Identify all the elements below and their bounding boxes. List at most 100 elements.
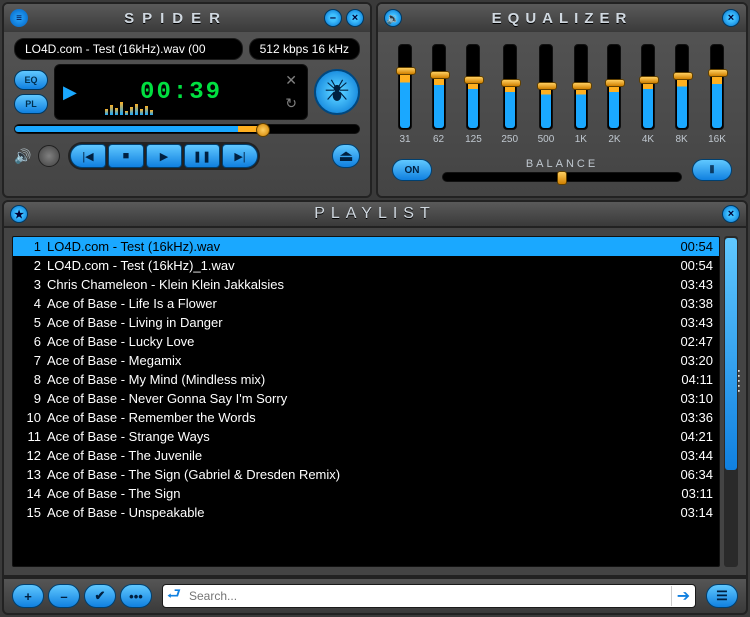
eq-band-4K[interactable]: [641, 44, 655, 130]
playlist-row[interactable]: 14 Ace of Base - The Sign 03:11: [13, 484, 719, 503]
eq-sound-icon[interactable]: 🔉: [384, 9, 402, 27]
eq-band-label: 500: [538, 134, 555, 145]
playlist-body: 1 LO4D.com - Test (16kHz).wav 00:542 LO4…: [2, 228, 748, 577]
list-view-button[interactable]: ☰: [706, 584, 738, 608]
playlist-list[interactable]: 1 LO4D.com - Test (16kHz).wav 00:542 LO4…: [12, 236, 720, 567]
volume-icon[interactable]: 🔊: [14, 148, 30, 165]
record-button[interactable]: [38, 145, 60, 167]
search-input[interactable]: [185, 589, 671, 603]
track-name: Ace of Base - The Sign: [47, 486, 663, 501]
playlist-scrollbar[interactable]: ●●●●●: [724, 236, 738, 567]
playlist-row[interactable]: 4 Ace of Base - Life Is a Flower 03:38: [13, 294, 719, 313]
remove-button[interactable]: –: [48, 584, 80, 608]
playlist-row[interactable]: 6 Ace of Base - Lucky Love 02:47: [13, 332, 719, 351]
eq-band-125[interactable]: [466, 44, 480, 130]
balance-label: BALANCE: [526, 158, 598, 170]
eq-band-31[interactable]: [398, 44, 412, 130]
playlist-row[interactable]: 10 Ace of Base - Remember the Words 03:3…: [13, 408, 719, 427]
shuffle-icon[interactable]: ✕: [285, 72, 297, 89]
track-duration: 06:34: [663, 467, 713, 482]
playlist-row[interactable]: 11 Ace of Base - Strange Ways 04:21: [13, 427, 719, 446]
player-titlebar: ≡ SPIDER – ×: [4, 4, 370, 32]
track-number: 2: [19, 258, 41, 273]
eq-on-button[interactable]: ON: [392, 159, 432, 181]
bitrate-info: 512 kbps 16 kHz: [249, 38, 360, 60]
transport-controls: |◀ ■ ▶ ❚❚ ▶|: [68, 142, 260, 170]
track-number: 6: [19, 334, 41, 349]
track-name: Ace of Base - Strange Ways: [47, 429, 663, 444]
eq-band-label: 16K: [708, 134, 726, 145]
track-name: Ace of Base - Never Gonna Say I'm Sorry: [47, 391, 663, 406]
track-duration: 03:11: [663, 486, 713, 501]
track-name: Ace of Base - Living in Danger: [47, 315, 663, 330]
playlist-row[interactable]: 12 Ace of Base - The Juvenile 03:44: [13, 446, 719, 465]
eq-band-1K[interactable]: [574, 44, 588, 130]
eq-band-8K[interactable]: [675, 44, 689, 130]
eq-band-250[interactable]: [503, 44, 517, 130]
pl-toggle-button[interactable]: PL: [14, 94, 48, 114]
more-button[interactable]: •••: [120, 584, 152, 608]
playlist-row[interactable]: 15 Ace of Base - Unspeakable 03:14: [13, 503, 719, 522]
playlist-title: PLAYLIST: [28, 205, 722, 223]
app-title: SPIDER: [124, 10, 228, 27]
eq-band-2K[interactable]: [607, 44, 621, 130]
track-number: 15: [19, 505, 41, 520]
playlist-row[interactable]: 8 Ace of Base - My Mind (Mindless mix) 0…: [13, 370, 719, 389]
pause-button[interactable]: ❚❚: [184, 144, 220, 168]
eq-close-button[interactable]: ×: [722, 9, 740, 27]
spider-icon: [322, 77, 352, 107]
eq-band-16K[interactable]: [710, 44, 724, 130]
track-duration: 03:43: [663, 315, 713, 330]
eq-band-62[interactable]: [432, 44, 446, 130]
track-name: Ace of Base - The Juvenile: [47, 448, 663, 463]
search-go-icon[interactable]: ➔: [671, 586, 695, 606]
track-name: Ace of Base - My Mind (Mindless mix): [47, 372, 663, 387]
playlist-close-button[interactable]: ×: [722, 205, 740, 223]
eq-presets-button[interactable]: ⫴: [692, 159, 732, 181]
track-info: LO4D.com - Test (16kHz).wav (00: [14, 38, 243, 60]
seek-slider[interactable]: [14, 124, 360, 134]
player-panel: ≡ SPIDER – × LO4D.com - Test (16kHz).wav…: [2, 2, 372, 198]
next-button[interactable]: ▶|: [222, 144, 258, 168]
playlist-row[interactable]: 9 Ace of Base - Never Gonna Say I'm Sorr…: [13, 389, 719, 408]
track-number: 1: [19, 239, 41, 254]
add-button[interactable]: +: [12, 584, 44, 608]
search-back-icon[interactable]: ⮐: [163, 583, 185, 610]
track-name: Ace of Base - Life Is a Flower: [47, 296, 663, 311]
track-number: 14: [19, 486, 41, 501]
eject-button[interactable]: ⏏: [332, 144, 360, 168]
time-display: ▶ 00:39 ✕ ↻: [54, 64, 308, 120]
select-button[interactable]: ✔: [84, 584, 116, 608]
eq-band-label: 8K: [675, 134, 687, 145]
eq-band-label: 4K: [642, 134, 654, 145]
track-name: Ace of Base - Lucky Love: [47, 334, 663, 349]
playlist-row[interactable]: 1 LO4D.com - Test (16kHz).wav 00:54: [13, 237, 719, 256]
close-button[interactable]: ×: [346, 9, 364, 27]
track-number: 11: [19, 429, 41, 444]
track-duration: 03:44: [663, 448, 713, 463]
playlist-favorite-button[interactable]: ★: [10, 205, 28, 223]
search-box: ⮐ ➔: [162, 584, 696, 608]
eq-band-500[interactable]: [539, 44, 553, 130]
minimize-button[interactable]: –: [324, 9, 342, 27]
menu-icon[interactable]: ≡: [10, 9, 28, 27]
equalizer-panel: 🔉 EQUALIZER × 31 62 125 250 500 1K 2K 4K: [376, 2, 748, 198]
track-duration: 00:54: [663, 258, 713, 273]
track-duration: 04:11: [663, 372, 713, 387]
playlist-row[interactable]: 2 LO4D.com - Test (16kHz)_1.wav 00:54: [13, 256, 719, 275]
play-button[interactable]: ▶: [146, 144, 182, 168]
prev-button[interactable]: |◀: [70, 144, 106, 168]
playlist-row[interactable]: 13 Ace of Base - The Sign (Gabriel & Dre…: [13, 465, 719, 484]
track-duration: 02:47: [663, 334, 713, 349]
playlist-row[interactable]: 7 Ace of Base - Megamix 03:20: [13, 351, 719, 370]
playlist-row[interactable]: 3 Chris Chameleon - Klein Klein Jakkalsi…: [13, 275, 719, 294]
repeat-icon[interactable]: ↻: [285, 95, 297, 112]
balance-slider[interactable]: [442, 172, 682, 182]
playlist-row[interactable]: 5 Ace of Base - Living in Danger 03:43: [13, 313, 719, 332]
playlist-footer: + – ✔ ••• ⮐ ➔ ☰: [2, 577, 748, 615]
stop-button[interactable]: ■: [108, 144, 144, 168]
track-name: LO4D.com - Test (16kHz)_1.wav: [47, 258, 663, 273]
spider-button[interactable]: [314, 69, 360, 115]
eq-toggle-button[interactable]: EQ: [14, 70, 48, 90]
track-duration: 03:10: [663, 391, 713, 406]
